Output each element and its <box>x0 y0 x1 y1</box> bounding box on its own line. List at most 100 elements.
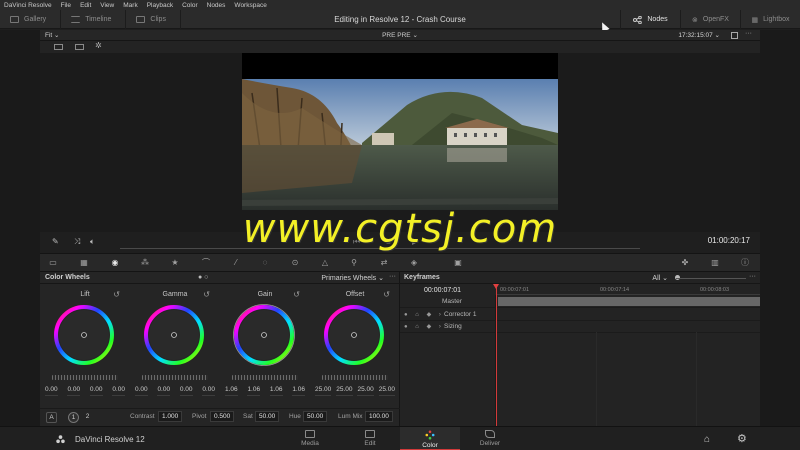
value-r[interactable]: 1.06 <box>247 386 261 396</box>
page-tab-media[interactable]: Media <box>280 427 340 450</box>
hue-field[interactable]: 50.00 <box>303 411 328 422</box>
color-wheel[interactable] <box>323 304 385 366</box>
lum-mix-field[interactable]: 100.00 <box>365 411 393 422</box>
value-y[interactable]: 1.06 <box>225 386 238 396</box>
zoom-slider[interactable] <box>676 278 746 279</box>
value-g[interactable]: 1.06 <box>269 386 283 396</box>
camera-raw-icon[interactable]: ▭ <box>48 258 58 267</box>
color-wheel[interactable] <box>143 304 205 366</box>
menu-nodes[interactable]: Nodes <box>207 2 226 9</box>
master-wheel-slider[interactable] <box>52 375 118 380</box>
scopes-icon[interactable]: ▥ <box>710 258 720 267</box>
keyframe-row-controls[interactable]: ● ⌂ ◆ › <box>404 311 444 318</box>
value-y[interactable]: 0.00 <box>45 386 58 396</box>
sizing-icon[interactable]: ⇄ <box>379 258 389 267</box>
keyframes-icon[interactable]: ▣ <box>453 258 463 267</box>
home-icon[interactable]: ⌂ <box>704 434 710 445</box>
keyframes-header: Keyframes All ⌄ ··· <box>400 272 760 284</box>
tab-lightbox[interactable]: ▦ Lightbox <box>740 10 800 29</box>
menu-mark[interactable]: Mark <box>123 2 137 9</box>
image-wipe-icon[interactable] <box>75 44 84 50</box>
keyframe-ruler[interactable]: 00:00:07:01 00:00:07:14 00:00:08:03 <box>496 285 760 295</box>
clip-name-dropdown[interactable]: PRE PRE ⌄ <box>40 31 760 39</box>
watermark-text: www.cgtsj.com <box>242 206 558 252</box>
keyframe-row-master[interactable]: Master <box>400 296 760 308</box>
more-options-icon[interactable]: ··· <box>389 273 396 280</box>
motion-effects-icon[interactable]: ★ <box>170 258 180 267</box>
value-r[interactable]: 0.00 <box>67 386 81 396</box>
viewer-layout-icon[interactable] <box>731 32 738 39</box>
value-b[interactable]: 1.06 <box>292 386 305 396</box>
rgb-mixer-icon[interactable]: ⁂ <box>140 258 150 267</box>
keyframe-row-sizing[interactable]: ● ⌂ ◆ › Sizing <box>400 321 760 333</box>
curves-icon[interactable]: ⌒ <box>201 258 211 267</box>
more-options-icon[interactable]: ··· <box>749 273 756 280</box>
value-r[interactable]: 25.00 <box>336 386 353 396</box>
wheel-values: 0.00 0.00 0.00 0.00 <box>135 386 215 396</box>
source-timecode[interactable]: 17:32:15:07 ⌄ <box>678 31 720 39</box>
qualifier-icon[interactable]: ⁄ <box>231 258 241 267</box>
window-icon[interactable]: ◌ <box>260 258 270 267</box>
top-bar: Gallery Timeline Clips Editing in Resolv… <box>0 10 800 29</box>
reset-icon[interactable]: ↺ <box>203 290 210 299</box>
chevron-down-icon: ⌄ <box>412 32 418 39</box>
menu-view[interactable]: View <box>100 2 114 9</box>
sat-label: Sat <box>243 413 253 420</box>
value-b[interactable]: 0.00 <box>112 386 125 396</box>
master-wheel-slider[interactable] <box>322 375 388 380</box>
value-b[interactable]: 25.00 <box>378 386 395 396</box>
value-b[interactable]: 0.00 <box>202 386 215 396</box>
value-y[interactable]: 0.00 <box>135 386 148 396</box>
menu-app[interactable]: DaVinci Resolve <box>4 2 52 9</box>
color-wheel[interactable] <box>53 304 115 366</box>
page-2-button[interactable]: 2 <box>82 412 93 423</box>
value-g[interactable]: 25.00 <box>357 386 374 396</box>
davinci-logo-icon <box>56 435 65 444</box>
tab-openfx[interactable]: ⊗ OpenFX <box>680 10 740 29</box>
master-wheel-slider[interactable] <box>232 375 298 380</box>
value-g[interactable]: 0.00 <box>89 386 103 396</box>
blur-icon[interactable]: △ <box>320 258 330 267</box>
info-icon[interactable]: ⓘ <box>740 258 750 267</box>
keyframe-track[interactable] <box>498 297 760 306</box>
right-panel-tabs: Nodes ⊗ OpenFX ▦ Lightbox <box>620 10 800 29</box>
keyframe-row-corrector[interactable]: ● ⌂ ◆ › Corrector 1 <box>400 309 760 321</box>
sat-field[interactable]: 50.00 <box>255 411 280 422</box>
page-tab-edit[interactable]: Edit <box>340 427 400 450</box>
page-tab-color[interactable]: Color <box>400 427 460 450</box>
reset-icon[interactable]: ↺ <box>383 290 390 299</box>
value-g[interactable]: 0.00 <box>179 386 193 396</box>
menu-edit[interactable]: Edit <box>80 2 91 9</box>
color-picker-icon[interactable]: ✤ <box>680 258 690 267</box>
key-icon[interactable]: ⚲ <box>349 258 359 267</box>
mode-a-button[interactable]: A <box>46 412 57 423</box>
color-wheels-icon[interactable]: ◉ <box>110 258 120 267</box>
menu-playback[interactable]: Playback <box>147 2 173 9</box>
pivot-field[interactable]: 0.500 <box>210 411 235 422</box>
gear-icon[interactable]: ⚙ <box>737 432 747 445</box>
master-wheel-slider[interactable] <box>142 375 208 380</box>
page-1-button[interactable]: 1 <box>68 412 79 423</box>
contrast-field[interactable]: 1.000 <box>158 411 183 422</box>
wheels-mode-dropdown[interactable]: Primaries Wheels ⌄ <box>321 274 384 282</box>
more-options-icon[interactable]: ··· <box>745 30 752 37</box>
page-tab-deliver[interactable]: Deliver <box>460 427 520 450</box>
keyframe-filter-dropdown[interactable]: All ⌄ <box>652 274 668 282</box>
page-dots[interactable]: ● ○ <box>198 274 208 281</box>
tab-nodes[interactable]: Nodes <box>620 10 680 29</box>
value-y[interactable]: 25.00 <box>315 386 332 396</box>
reset-icon[interactable]: ↺ <box>113 290 120 299</box>
menu-workspace[interactable]: Workspace <box>234 2 266 9</box>
menu-color[interactable]: Color <box>182 2 198 9</box>
highlight-icon[interactable]: ✲ <box>95 41 104 50</box>
menu-file[interactable]: File <box>61 2 71 9</box>
value-r[interactable]: 0.00 <box>157 386 171 396</box>
tracker-icon[interactable]: ⊙ <box>290 258 300 267</box>
3d-icon[interactable]: ◈ <box>409 258 419 267</box>
color-wheel[interactable] <box>233 304 295 366</box>
keyframe-row-controls[interactable]: ● ⌂ ◆ › <box>404 323 444 330</box>
split-screen-icon[interactable] <box>54 44 63 50</box>
reset-icon[interactable]: ↺ <box>293 290 300 299</box>
keyframe-playhead[interactable] <box>493 284 499 426</box>
color-match-icon[interactable]: ▦ <box>79 258 89 267</box>
